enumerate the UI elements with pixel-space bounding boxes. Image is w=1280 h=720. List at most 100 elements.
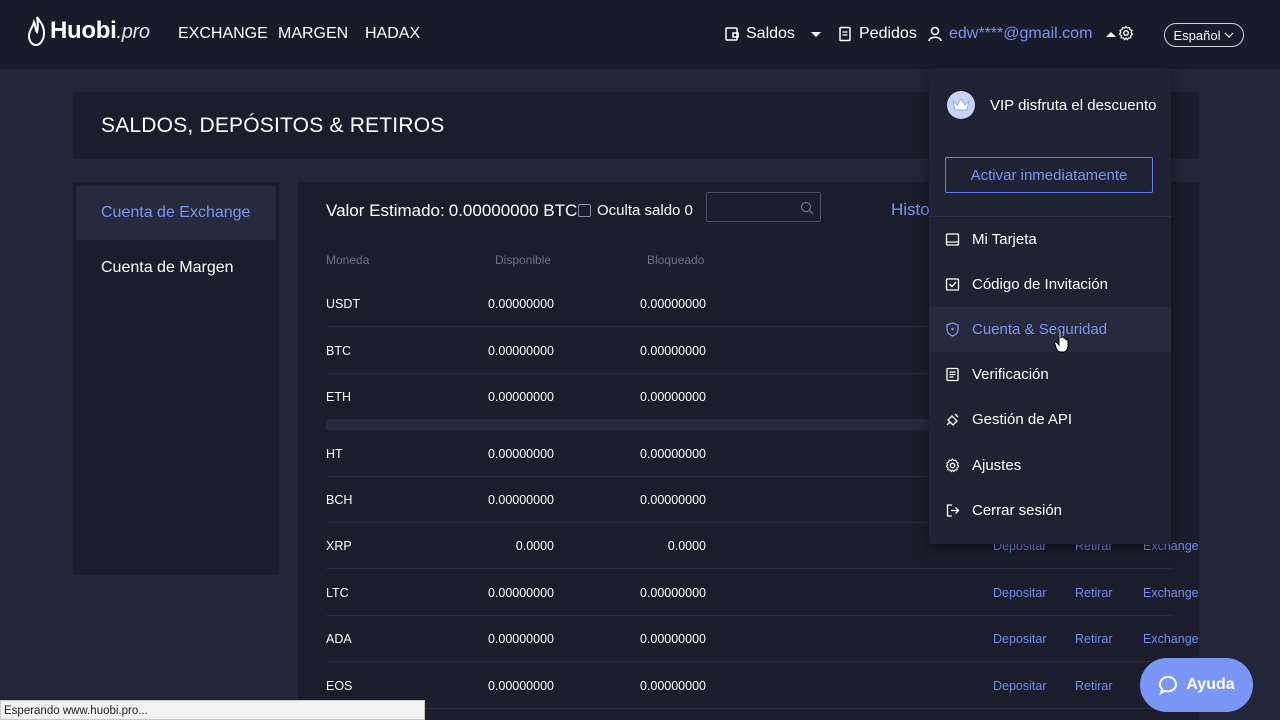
frozen-balance: 0.00000000 — [639, 297, 706, 311]
crown-icon — [947, 91, 975, 119]
user-icon — [928, 26, 942, 42]
column-header-moneda: Moneda — [326, 253, 370, 267]
available-balance: 0.00000000 — [487, 632, 554, 646]
menu-item-verificacion[interactable]: Verificación — [929, 352, 1171, 397]
hide-zero-checkbox[interactable] — [578, 204, 591, 217]
frozen-balance: 0.00000000 — [639, 447, 706, 461]
available-balance: 0.00000000 — [487, 493, 554, 507]
vip-text: VIP disfruta el descuento — [990, 97, 1157, 114]
withdraw-link[interactable]: Retirar — [1075, 570, 1113, 616]
menu-item-label: Cerrar sesión — [972, 502, 1063, 519]
user-email: edw****@gmail.com — [949, 25, 1093, 42]
nav-link-margen[interactable]: MARGEN — [278, 25, 348, 43]
menu-item-mi-tarjeta[interactable]: Mi Tarjeta — [929, 217, 1171, 262]
withdraw-link[interactable]: Retirar — [1075, 663, 1113, 709]
chat-bubble-icon — [1159, 675, 1178, 695]
deposit-link[interactable]: Depositar — [993, 616, 1047, 662]
coin-search-input[interactable] — [706, 192, 821, 222]
table-row: EOS0.000000000.00000000DepositarRetirarE… — [326, 663, 1171, 709]
coin-name: LTC — [326, 586, 349, 600]
sidebar-item-label: Cuenta de Margen — [101, 259, 234, 276]
menu-item-label: Ajustes — [972, 457, 1022, 474]
pedidos-label: Pedidos — [859, 25, 917, 42]
deposit-link[interactable]: Depositar — [993, 570, 1047, 616]
estimated-value: Valor Estimado: 0.00000000 BTC — [326, 201, 577, 221]
invite-icon — [945, 278, 960, 291]
browser-status-bar: Esperando www.huobi.pro... — [0, 700, 425, 720]
estimated-value-amount: 0.00000000 BTC — [448, 201, 578, 220]
menu-item-gestion-api[interactable]: Gestión de API — [929, 397, 1171, 442]
withdraw-link[interactable]: Retirar — [1075, 616, 1113, 662]
user-dropdown-menu: VIP disfruta el descuento Activar inmedi… — [929, 68, 1171, 544]
available-balance: 0.00000000 — [487, 297, 554, 311]
menu-item-ajustes[interactable]: Ajustes — [929, 443, 1171, 488]
help-button-label: Ayuda — [1186, 676, 1235, 693]
frozen-balance: 0.00000000 — [639, 679, 706, 693]
column-header-disponible: Disponible — [495, 253, 552, 267]
gear-icon — [1118, 25, 1134, 41]
language-label: Español — [1173, 27, 1221, 43]
frozen-balance: 0.0000 — [667, 539, 706, 553]
activate-vip-button[interactable]: Activar inmediatamente — [945, 157, 1153, 193]
frozen-balance: 0.00000000 — [639, 390, 706, 404]
account-sidebar: Cuenta de Exchange Cuenta de Margen — [73, 182, 279, 575]
chevron-down-icon — [810, 31, 821, 37]
orders-icon — [839, 26, 851, 42]
hide-zero-balance-toggle[interactable]: Oculta saldo 0 — [578, 202, 693, 219]
exchange-link[interactable]: Exchange — [1143, 570, 1199, 616]
frozen-balance: 0.00000000 — [639, 632, 706, 646]
search-icon — [800, 201, 814, 215]
coin-name: ETH — [326, 390, 351, 404]
top-navigation-bar: Huobi.pro EXCHANGE MARGEN HADAX Saldos P… — [0, 0, 1280, 69]
sidebar-item-exchange-account[interactable]: Cuenta de Exchange — [76, 186, 276, 240]
wallet-icon — [725, 27, 739, 41]
language-selector[interactable]: Español — [1164, 23, 1244, 47]
coin-name: XRP — [326, 539, 352, 553]
coin-name: USDT — [326, 297, 361, 311]
nav-link-hadax[interactable]: HADAX — [365, 25, 420, 43]
hand-cursor-icon — [1054, 328, 1069, 353]
deposit-link[interactable]: Depositar — [993, 663, 1047, 709]
menu-item-cerrar-sesion[interactable]: Cerrar sesión — [929, 488, 1171, 533]
frozen-balance: 0.00000000 — [639, 493, 706, 507]
available-balance: 0.00000000 — [487, 344, 554, 358]
settings-button[interactable] — [1118, 25, 1134, 41]
saldos-menu[interactable]: Saldos — [724, 25, 821, 43]
available-balance: 0.0000 — [515, 539, 554, 553]
available-balance: 0.00000000 — [487, 390, 554, 404]
nav-link-exchange[interactable]: EXCHANGE — [178, 25, 268, 43]
page-title: SALDOS, DEPÓSITOS & RETIROS — [101, 114, 445, 137]
pedidos-menu[interactable]: Pedidos — [837, 25, 917, 43]
hide-zero-label: Oculta saldo 0 — [597, 202, 693, 219]
frozen-balance: 0.00000000 — [639, 344, 706, 358]
chevron-up-icon — [1106, 31, 1117, 37]
logout-icon — [946, 504, 960, 517]
menu-item-label: Cuenta & Seguridad — [972, 321, 1108, 338]
coin-name: BTC — [326, 344, 351, 358]
gear-icon — [945, 458, 960, 473]
menu-item-codigo-invitacion[interactable]: Código de Invitación — [929, 262, 1171, 307]
available-balance: 0.00000000 — [487, 586, 554, 600]
menu-item-label: Código de Invitación — [972, 276, 1108, 293]
chevron-down-icon — [1225, 32, 1234, 38]
menu-item-cuenta-seguridad[interactable]: Cuenta & Seguridad — [929, 307, 1171, 352]
brand-suffix: .pro — [116, 21, 150, 43]
menu-item-label: Mi Tarjeta — [972, 231, 1037, 248]
history-link[interactable]: Histo — [891, 200, 930, 220]
exchange-link[interactable]: Exchange — [1143, 616, 1199, 662]
frozen-balance: 0.00000000 — [639, 586, 706, 600]
api-icon — [946, 413, 959, 426]
brand-name: Huobi — [50, 17, 117, 44]
huobi-logo[interactable]: Huobi.pro — [28, 16, 150, 46]
sidebar-item-margin-account[interactable]: Cuenta de Margen — [76, 241, 276, 295]
table-row: LTC 0.00000000 0.00000000 Depositar Retirar E… — [326, 570, 1199, 616]
user-menu[interactable]: edw****@gmail.com — [927, 25, 1117, 43]
coin-name: BCH — [326, 493, 353, 507]
shield-icon — [946, 322, 959, 337]
column-header-bloqueado: Bloqueado — [647, 253, 705, 267]
flame-icon — [28, 16, 46, 46]
sidebar-item-label: Cuenta de Exchange — [101, 204, 251, 221]
estimated-value-label: Valor Estimado: — [326, 201, 445, 220]
coin-name: ADA — [326, 632, 352, 646]
help-button[interactable]: Ayuda — [1140, 658, 1253, 712]
